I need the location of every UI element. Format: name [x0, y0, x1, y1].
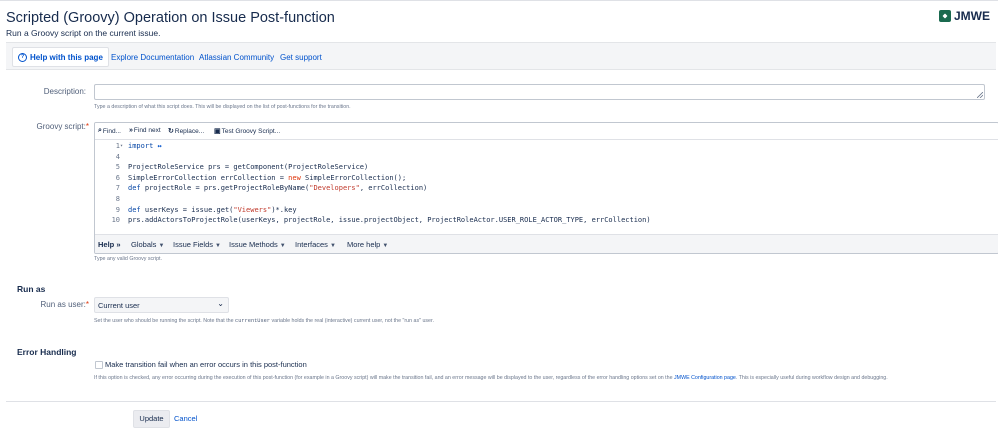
interfaces-menu[interactable]: Interfaces ▼	[295, 240, 336, 249]
update-button[interactable]: Update	[133, 410, 170, 428]
fail-on-error-checkbox[interactable]	[95, 361, 103, 369]
code-line[interactable]: 6 SimpleErrorCollection errCollection = n…	[95, 173, 998, 184]
help-label[interactable]: Help »	[98, 240, 121, 249]
code-line[interactable]: 4	[95, 152, 998, 163]
code-text: prs.addActorsToProjectRole(userKeys, pro…	[128, 216, 651, 225]
search-icon: ⌕	[98, 127, 102, 134]
run-as-section-title: Run as	[17, 284, 46, 294]
top-border	[0, 0, 998, 1]
chevron-down-icon: ▼	[279, 243, 286, 249]
cancel-link[interactable]: Cancel	[174, 414, 197, 423]
code-line[interactable]: 9 def userKeys = issue.get("Viewers")*.ke…	[95, 205, 998, 216]
code-area[interactable]: 1 ▾ import ↔ 4 5 ProjectRoleService prs = get…	[95, 140, 998, 230]
line-number: 6	[115, 173, 120, 182]
line-number: 5	[115, 163, 120, 172]
line-number: 4	[115, 152, 120, 161]
editor-help-bar: Help » Globals ▼ Issue Fields ▼ Issue Meth…	[95, 234, 998, 253]
code-line[interactable]: 8	[95, 194, 998, 205]
line-number: 1	[115, 142, 120, 150]
double-chevron-right-icon: »	[116, 240, 121, 249]
line-number: 7	[115, 184, 120, 193]
jmwe-configuration-link[interactable]: JMWE Configuration page	[674, 375, 736, 381]
editor-toolbar: ⌕ Find... » Find next ↻ Replace... ▣ Test Gr…	[95, 123, 998, 140]
test-groovy-script-button[interactable]: ▣ Test Groovy Script...	[214, 127, 280, 136]
chevron-down-icon: ⌄	[217, 299, 224, 308]
test-script-icon: ▣	[214, 128, 221, 135]
code-line[interactable]: 1 ▾ import ↔	[95, 141, 998, 152]
groovy-script-editor[interactable]: ⌕ Find... » Find next ↻ Replace... ▣ Test Gr…	[94, 122, 998, 254]
groovy-script-label: Groovy script:*	[36, 122, 89, 131]
tab-help-with-this-page[interactable]: ? Help with this page	[12, 47, 109, 67]
page-subtitle: Run a Groovy script on the current issue…	[6, 28, 161, 38]
description-field[interactable]	[94, 84, 985, 100]
error-handling-hint: If this option is checked, any error occ…	[94, 375, 888, 381]
code-line[interactable]: 10 prs.addActorsToProjectRole(userKeys, p…	[95, 215, 998, 226]
fold-toggle-icon[interactable]: ▾	[120, 141, 123, 152]
line-number: 9	[115, 205, 120, 214]
tab-label: Help with this page	[30, 52, 103, 62]
replace-button[interactable]: ↻ Replace...	[168, 127, 204, 136]
code-line[interactable]: 5 ProjectRoleService prs = getComponent(P…	[95, 162, 998, 173]
code-line[interactable]: 7 def projectRole = prs.getProjectRoleByN…	[95, 183, 998, 194]
more-help-menu[interactable]: More help ▼	[347, 240, 388, 249]
run-as-user-select[interactable]: Current user ⌄	[94, 297, 229, 313]
groovy-script-hint: Type any valid Groovy script.	[94, 256, 163, 262]
page-title: Scripted (Groovy) Operation on Issue Pos…	[6, 10, 335, 26]
run-as-user-value: Current user	[98, 300, 140, 310]
fail-on-error-label[interactable]: Make transition fail when an error occur…	[105, 360, 307, 369]
find-next-button[interactable]: » Find next	[129, 127, 161, 134]
explore-documentation-link[interactable]: Explore Documentation	[111, 53, 194, 62]
code-text: import ↔	[128, 142, 162, 150]
code-text: def projectRole = prs.getProjectRoleByNa…	[128, 184, 428, 193]
chevron-down-icon: ▼	[329, 243, 336, 249]
chevron-down-icon: ▼	[215, 243, 221, 249]
run-as-user-label: Run as user:*	[40, 300, 89, 309]
resize-handle-icon[interactable]	[977, 92, 983, 98]
issue-fields-menu[interactable]: Issue Fields ▼	[173, 240, 221, 249]
logo-text: JMWE	[954, 9, 990, 23]
refresh-icon: ↻	[168, 128, 174, 135]
question-circle-icon: ?	[18, 52, 27, 62]
chevron-down-icon: ▼	[382, 243, 389, 249]
description-label: Description:	[43, 87, 86, 96]
get-support-link[interactable]: Get support	[280, 53, 322, 62]
form-divider	[6, 401, 996, 402]
jmwe-logo-icon	[939, 10, 951, 22]
find-button[interactable]: ⌕ Find...	[98, 127, 121, 135]
line-number: 10	[111, 216, 120, 225]
code-text: SimpleErrorCollection errCollection = ne…	[128, 173, 407, 182]
issue-methods-menu[interactable]: Issue Methods ▼	[229, 240, 286, 249]
code-text: ProjectRoleService prs = getComponent(Pr…	[128, 163, 369, 172]
globals-menu[interactable]: Globals ▼	[131, 240, 164, 249]
chevron-down-icon: ▼	[158, 243, 165, 249]
error-handling-section-title: Error Handling	[17, 347, 77, 357]
jmwe-logo: JMWE	[939, 9, 990, 23]
atlassian-community-link[interactable]: Atlassian Community	[199, 53, 274, 62]
description-hint: Type a description of what this script d…	[94, 104, 351, 110]
double-chevron-right-icon: »	[129, 127, 133, 134]
run-as-hint: Set the user who should be running the s…	[94, 318, 434, 324]
code-text: def userKeys = issue.get("Viewers")*.key	[128, 205, 297, 214]
help-bar: ? Help with this page Explore Documentat…	[6, 42, 996, 70]
line-number: 8	[115, 195, 120, 203]
